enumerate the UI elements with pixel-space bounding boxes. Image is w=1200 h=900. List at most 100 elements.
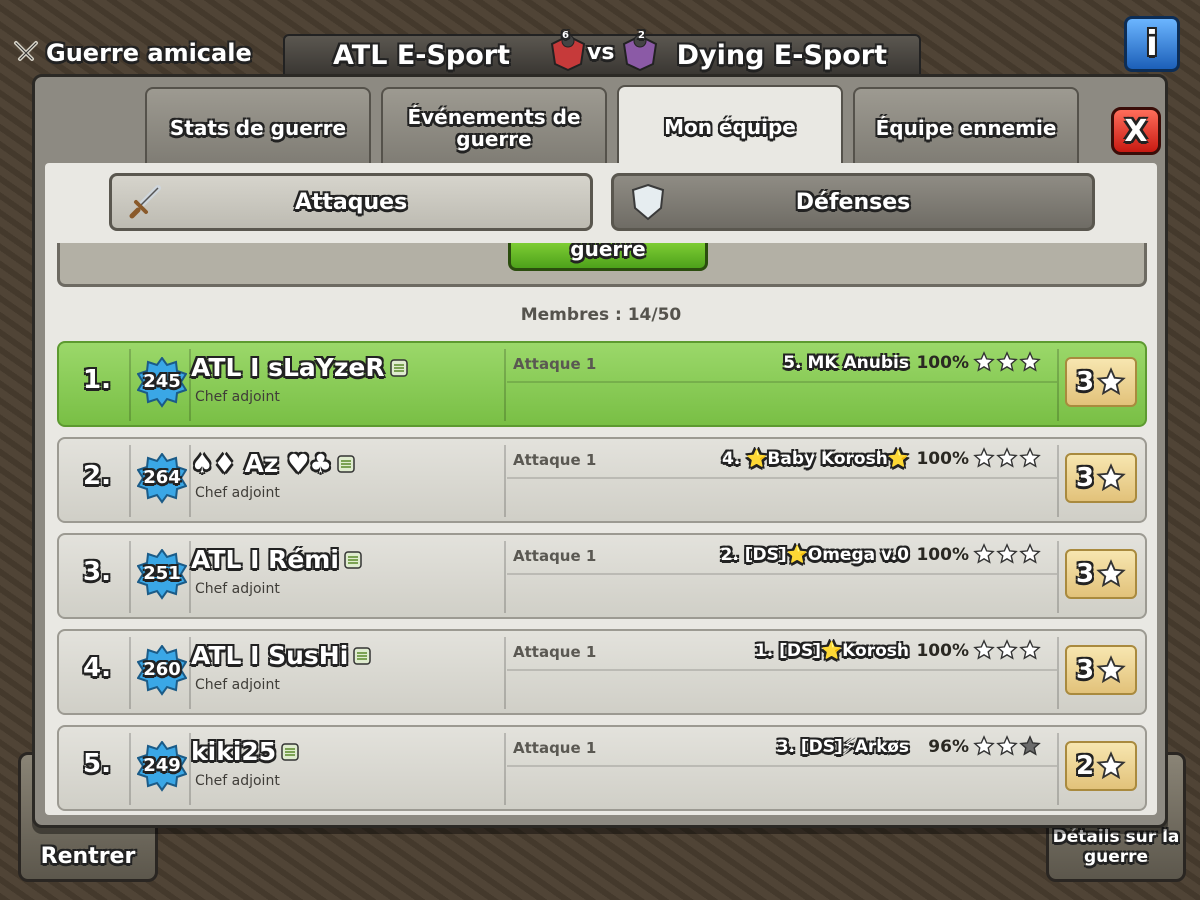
tab-enemy-team[interactable]: Équipe ennemie	[853, 87, 1079, 167]
sword-icon	[129, 185, 161, 219]
attack-entry[interactable]: Attaque 1 1. [DS]⭐Korosh 100%	[507, 637, 1057, 671]
attack-entry[interactable]: Attaque 1 4. ⭐Baby Korosh⭐ 100%	[507, 445, 1057, 479]
attack-area: Attaque 1 3. [DS]⚡Arkøs 96%	[507, 733, 1057, 805]
member-row[interactable]: 3. 251 ATL I Rémi Chef adjoint Attaque 1…	[57, 533, 1147, 619]
attack-target: 4. ⭐Baby Korosh⭐	[722, 449, 909, 469]
tab-my-team[interactable]: Mon équipe	[617, 85, 843, 167]
notes-icon[interactable]	[343, 550, 363, 570]
player-role: Chef adjoint	[195, 581, 280, 597]
war-summary-box: guerre	[57, 243, 1147, 287]
attack-label: Attaque 1	[513, 643, 597, 661]
attack-entry[interactable]: Attaque 1 2. [DS]⭐Omega v.0 100%	[507, 541, 1057, 575]
star-icon	[1096, 751, 1126, 780]
attack-stars	[973, 735, 1041, 759]
divider	[129, 445, 131, 517]
star-earned-icon	[973, 543, 995, 564]
divider	[129, 637, 131, 709]
member-row[interactable]: 1. 245 ATL I sLaYzeR Chef adjoint Attaqu…	[57, 341, 1147, 427]
notes-icon[interactable]	[389, 358, 409, 378]
close-button[interactable]: X	[1111, 107, 1161, 155]
notes-icon[interactable]	[352, 646, 372, 666]
total-stars-box: 3	[1065, 453, 1137, 503]
member-row[interactable]: 4. 260 ATL I SusHi Chef adjoint Attaque …	[57, 629, 1147, 715]
star-earned-icon	[1019, 351, 1041, 372]
player-name-text: ♠♦ Az ♥♣	[191, 449, 332, 478]
crossed-swords-icon	[14, 41, 38, 61]
tab-war-events[interactable]: Événements de guerre	[381, 87, 607, 167]
star-icon	[1096, 559, 1126, 588]
shield-icon	[631, 183, 665, 221]
attack-stars	[973, 543, 1041, 567]
attack-area: Attaque 1 5. MK Anubis 100%	[507, 349, 1057, 421]
total-stars-box: 3	[1065, 549, 1137, 599]
divider	[1057, 349, 1059, 421]
star-earned-icon	[973, 735, 995, 756]
divider	[129, 733, 131, 805]
player-name: ATL I SusHi	[191, 641, 372, 670]
members-count: Membres : 14/50	[520, 305, 682, 325]
player-name-text: kiki25	[191, 737, 277, 766]
xp-level: 264	[143, 467, 181, 488]
attack-destruction-percent: 96%	[928, 737, 969, 757]
xp-level: 260	[143, 659, 181, 680]
subtab-defenses[interactable]: Défenses	[611, 173, 1095, 231]
tab-label: Mon équipe	[664, 115, 796, 139]
tab-war-stats[interactable]: Stats de guerre	[145, 87, 371, 167]
star-earned-icon	[996, 639, 1018, 660]
enemy-clan-name: Dying E-Sport	[676, 40, 887, 71]
player-name-text: ATL I sLaYzeR	[191, 353, 385, 382]
content-panel: Attaques Défenses guerre Membres : 14/50…	[45, 163, 1157, 815]
member-rank: 1.	[83, 365, 111, 395]
player-name: kiki25	[191, 737, 300, 766]
attack-label: Attaque 1	[513, 451, 597, 469]
subtab-attacks[interactable]: Attaques	[109, 173, 593, 231]
xp-level: 251	[143, 563, 181, 584]
star-earned-icon	[973, 351, 995, 372]
star-earned-icon	[973, 447, 995, 468]
member-row[interactable]: 5. 249 kiki25 Chef adjoint Attaque 1 3. …	[57, 725, 1147, 811]
attack-destruction-percent: 100%	[916, 641, 969, 661]
star-earned-icon	[1019, 447, 1041, 468]
total-stars-count: 3	[1075, 559, 1095, 589]
member-list-scroll[interactable]: guerre Membres : 14/50 1. 245 ATL I sLaY…	[45, 243, 1157, 815]
member-row[interactable]: 2. 264 ♠♦ Az ♥♣ Chef adjoint Attaque 1 4…	[57, 437, 1147, 523]
war-type-text: Guerre amicale	[46, 39, 252, 67]
notes-icon[interactable]	[280, 742, 300, 762]
attack-entry[interactable]: Attaque 1 5. MK Anubis 100%	[507, 349, 1057, 383]
own-clan-badge-level: 6	[562, 30, 569, 41]
member-rank: 5.	[83, 749, 111, 779]
total-stars-count: 2	[1075, 751, 1095, 781]
return-label: Rentrer	[40, 844, 136, 869]
tab-label: Événements de guerre	[407, 105, 581, 151]
attack-target: 5. MK Anubis	[783, 353, 909, 373]
divider	[129, 349, 131, 421]
war-summary-button[interactable]: guerre	[508, 243, 708, 271]
divider	[1057, 637, 1059, 709]
xp-level: 249	[143, 755, 181, 776]
member-rank: 3.	[83, 557, 111, 587]
divider	[1057, 445, 1059, 517]
player-name-text: ATL I Rémi	[191, 545, 339, 574]
own-clan-name: ATL E-Sport	[333, 40, 511, 71]
divider	[1057, 541, 1059, 613]
xp-level: 245	[143, 371, 181, 392]
attack-destruction-percent: 100%	[916, 545, 969, 565]
notes-icon[interactable]	[336, 454, 356, 474]
star-earned-icon	[973, 639, 995, 660]
star-earned-icon	[996, 735, 1018, 756]
enemy-clan-badge-level: 2	[638, 30, 645, 41]
total-stars-box: 2	[1065, 741, 1137, 791]
star-earned-icon	[1019, 543, 1041, 564]
attack-label: Attaque 1	[513, 739, 597, 757]
star-icon	[1096, 463, 1126, 492]
attack-entry[interactable]: Attaque 1 3. [DS]⚡Arkøs 96%	[507, 733, 1057, 767]
tab-strip: Stats de guerre Événements de guerre Mon…	[45, 85, 1161, 167]
versus-banner: ATL E-Sport 6 vs 2 Dying E-Sport	[283, 30, 921, 76]
total-stars-box: 3	[1065, 645, 1137, 695]
attack-target: 2. [DS]⭐Omega v.0	[720, 545, 909, 565]
info-button[interactable]: i	[1124, 16, 1180, 72]
attack-destruction-percent: 100%	[916, 353, 969, 373]
star-icon	[1096, 655, 1126, 684]
player-name: ♠♦ Az ♥♣	[191, 449, 356, 478]
attack-area: Attaque 1 2. [DS]⭐Omega v.0 100%	[507, 541, 1057, 613]
